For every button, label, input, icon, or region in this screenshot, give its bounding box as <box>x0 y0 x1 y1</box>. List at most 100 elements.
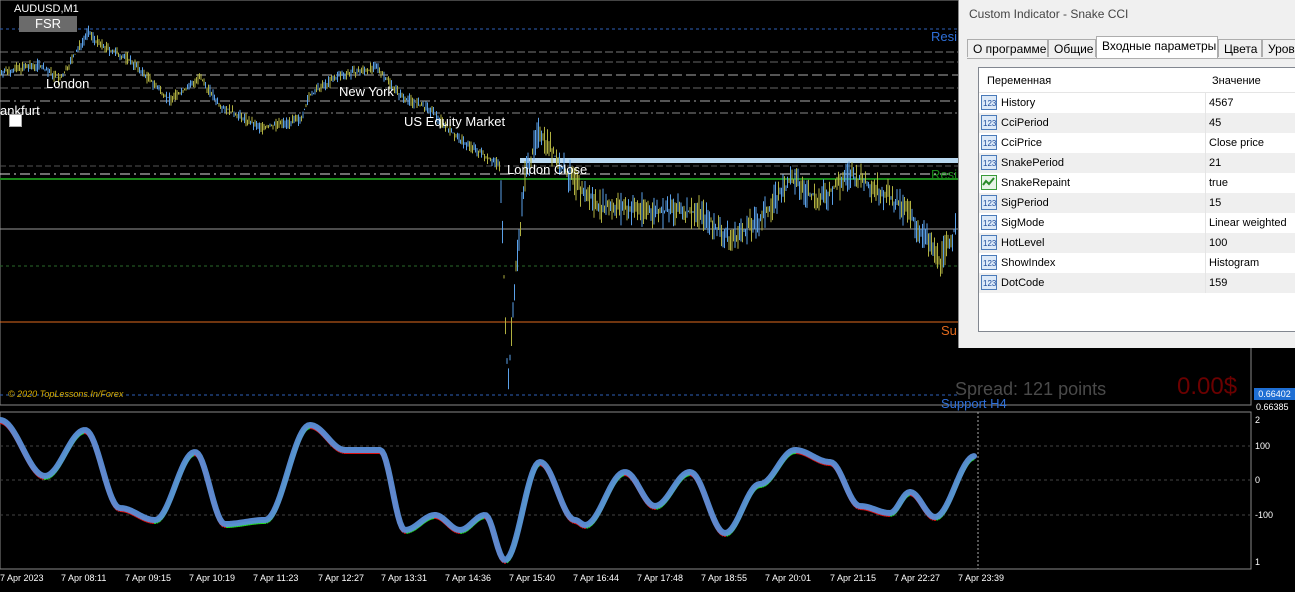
param-name: SigPeriod <box>1001 197 1049 209</box>
param-value[interactable]: true <box>1209 177 1228 189</box>
indicator-dialog[interactable]: Custom Indicator - Snake CCI О программе… <box>958 0 1295 348</box>
param-name: CciPeriod <box>1001 117 1049 129</box>
support-label: Su <box>941 323 957 338</box>
tab-about[interactable]: О программе <box>967 39 1048 57</box>
param-name: DotCode <box>1001 277 1045 289</box>
params-table[interactable]: Переменная Значение 123 History 4567 123 Cci… <box>978 67 1295 332</box>
resistance-label: Resi <box>931 29 958 44</box>
params-header: Переменная Значение <box>979 68 1295 93</box>
param-row-cciprice[interactable]: 123 CciPrice Close price <box>979 133 1295 153</box>
param-name: SnakeRepaint <box>1001 177 1071 189</box>
cci-oscillator <box>0 417 977 564</box>
svg-text:123: 123 <box>983 99 997 108</box>
time-label: 7 Apr 15:40 <box>509 573 556 583</box>
time-label: 7 Apr 20:01 <box>765 573 812 583</box>
osc-level-minus-100: -100 <box>1255 510 1274 520</box>
header-variable: Переменная <box>987 75 1052 87</box>
param-name: History <box>1001 97 1036 109</box>
tab-colors[interactable]: Цвета <box>1218 39 1262 57</box>
resistance-green-label: Resi <box>931 167 958 182</box>
osc-level-bottom: 1 <box>1255 557 1261 567</box>
time-label: 7 Apr 16:44 <box>573 573 620 583</box>
column-divider <box>1205 233 1206 253</box>
column-divider <box>1205 173 1206 193</box>
param-name: SnakePeriod <box>1001 157 1064 169</box>
tab-inputs[interactable]: Входные параметры <box>1096 36 1218 58</box>
column-divider <box>1205 113 1206 133</box>
param-row-sigperiod[interactable]: 123 SigPeriod 15 <box>979 193 1295 213</box>
param-value[interactable]: 21 <box>1209 157 1221 169</box>
param-row-sigmode[interactable]: 123 SigMode Linear weighted <box>979 213 1295 233</box>
param-row-hotlevel[interactable]: 123 HotLevel 100 <box>979 233 1295 253</box>
session-checkbox[interactable] <box>9 114 22 127</box>
column-divider <box>1205 153 1206 173</box>
column-divider <box>1205 93 1206 113</box>
time-label: 7 Apr 14:36 <box>445 573 492 583</box>
column-divider <box>1205 213 1206 233</box>
time-label: 7 Apr 22:27 <box>894 573 941 583</box>
param-value[interactable]: Linear weighted <box>1209 217 1287 229</box>
param-row-history[interactable]: 123 History 4567 <box>979 93 1295 113</box>
profit-text: 0.00$ <box>1177 373 1238 400</box>
bool-icon <box>981 175 997 190</box>
param-value[interactable]: 159 <box>1209 277 1227 289</box>
int-icon: 123 <box>981 235 997 250</box>
fsr-button[interactable]: FSR <box>19 16 77 32</box>
param-name: SigMode <box>1001 217 1045 229</box>
price-series <box>0 25 956 390</box>
dialog-title: Custom Indicator - Snake CCI <box>959 0 1295 28</box>
time-label: 7 Apr 23:39 <box>958 573 1005 583</box>
session-london-close: London Close <box>507 162 588 177</box>
param-value[interactable]: Close price <box>1209 137 1264 149</box>
int-icon: 123 <box>981 255 997 270</box>
tab-levels[interactable]: Уровни <box>1262 39 1295 57</box>
column-divider <box>1205 193 1206 213</box>
column-divider <box>1205 273 1206 293</box>
copyright-text: © 2020 TopLessons.In/Forex <box>8 389 124 399</box>
time-label: 7 Apr 12:27 <box>318 573 365 583</box>
param-value[interactable]: Histogram <box>1209 257 1259 269</box>
header-value: Значение <box>1212 75 1261 87</box>
tab-bar: О программе Общие Входные параметры Цвет… <box>967 36 1295 59</box>
current-price-tag: 0.66402 <box>1254 388 1295 400</box>
param-row-dotcode[interactable]: 123 DotCode 159 <box>979 273 1295 293</box>
param-name: ShowIndex <box>1001 257 1056 269</box>
param-row-snakerepaint[interactable]: SnakeRepaint true <box>979 173 1295 193</box>
svg-text:123: 123 <box>983 199 997 208</box>
svg-text:123: 123 <box>983 239 997 248</box>
symbol-label: AUDUSD,M1 <box>14 3 79 15</box>
osc-level-top: 2 <box>1255 415 1261 425</box>
svg-text:123: 123 <box>983 119 997 128</box>
session-london: London <box>46 76 90 91</box>
time-label: 7 Apr 21:15 <box>830 573 877 583</box>
time-label: 7 Apr 09:15 <box>125 573 172 583</box>
int-icon: 123 <box>981 115 997 130</box>
column-divider <box>1205 133 1206 153</box>
param-row-showindex[interactable]: 123 ShowIndex Histogram <box>979 253 1295 273</box>
int-icon: 123 <box>981 155 997 170</box>
time-label: 7 Apr 13:31 <box>381 573 428 583</box>
session-new-york: New York <box>339 84 394 99</box>
time-label: 7 Apr 18:55 <box>701 573 748 583</box>
int-icon: 123 <box>981 95 997 110</box>
param-value[interactable]: 15 <box>1209 197 1221 209</box>
session-us-equity: US Equity Market <box>404 114 506 129</box>
int-icon: 123 <box>981 195 997 210</box>
tab-common[interactable]: Общие <box>1048 39 1096 57</box>
param-value[interactable]: 4567 <box>1209 97 1233 109</box>
param-name: CciPrice <box>1001 137 1042 149</box>
int-icon: 123 <box>981 135 997 150</box>
param-row-snakeperiod[interactable]: 123 SnakePeriod 21 <box>979 153 1295 173</box>
spread-text: Spread: 121 points <box>955 379 1107 399</box>
param-row-cciperiod[interactable]: 123 CciPeriod 45 <box>979 113 1295 133</box>
param-value[interactable]: 100 <box>1209 237 1227 249</box>
time-label: 7 Apr 17:48 <box>637 573 684 583</box>
svg-text:123: 123 <box>983 159 997 168</box>
svg-text:123: 123 <box>983 279 997 288</box>
time-label: 7 Apr 08:11 <box>61 573 107 583</box>
param-value[interactable]: 45 <box>1209 117 1221 129</box>
param-name: HotLevel <box>1001 237 1045 249</box>
osc-level-100: 100 <box>1255 441 1271 451</box>
time-label: 7 Apr 10:19 <box>189 573 236 583</box>
column-divider <box>1205 253 1206 273</box>
